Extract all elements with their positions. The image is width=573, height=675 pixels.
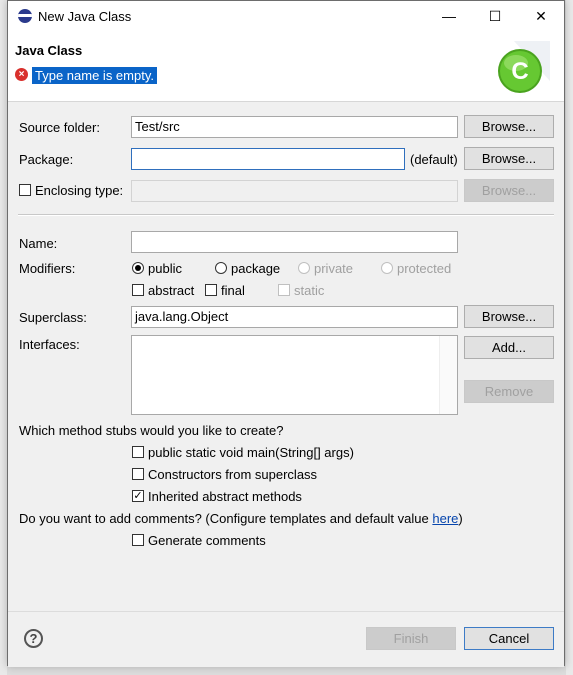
modifiers-label: Modifiers: [19,261,76,276]
generate-comments-checkbox[interactable] [132,534,144,546]
stubs-question: Which method stubs would you like to cre… [19,423,284,438]
source-folder-label: Source folder: [19,120,100,135]
modifier-public-radio[interactable] [132,262,144,274]
enclosing-type-browse-button[interactable]: Browse... [464,179,554,202]
separator [18,214,554,216]
modifier-static-label: static [294,283,325,298]
configure-templates-link[interactable]: here [432,511,458,526]
interfaces-add-button[interactable]: Add... [464,336,554,359]
modifier-private-radio[interactable] [298,262,310,274]
modifier-static-checkbox[interactable] [278,284,290,296]
stub-inherited-label: Inherited abstract methods [148,489,302,504]
package-default-label: (default) [410,152,458,167]
modifier-abstract-label: abstract [148,283,195,298]
error-message: Type name is empty. [32,67,157,84]
modifier-protected-label: protected [397,261,452,276]
cancel-button[interactable]: Cancel [464,627,554,650]
comments-question: Do you want to add comments? (Configure … [19,511,463,526]
enclosing-type-label: Enclosing type: [35,183,124,198]
eclipse-icon [18,9,32,23]
interfaces-remove-button[interactable]: Remove [464,380,554,403]
title-bar: New Java Class — ☐ ✕ [8,1,564,31]
close-button[interactable]: ✕ [518,1,564,31]
stub-constructors-checkbox[interactable] [132,468,144,480]
background-editor-left [0,0,7,675]
enclosing-type-input[interactable] [131,180,458,202]
modifier-public-label: public [148,261,182,276]
java-class-logo-icon: C [494,41,550,97]
modifier-package-radio[interactable] [215,262,227,274]
modifier-abstract-checkbox[interactable] [132,284,144,296]
stub-main-label: public static void main(String[] args) [148,445,354,460]
logo-letter: C [511,58,528,85]
stub-inherited-checkbox[interactable]: ✓ [132,490,144,502]
comments-question-text: Do you want to add comments? (Configure … [19,511,433,526]
finish-button[interactable]: Finish [366,627,456,650]
name-label: Name: [19,236,58,251]
background-editor-right [566,0,573,675]
source-folder-input[interactable]: Test/src [131,116,458,138]
source-folder-browse-button[interactable]: Browse... [464,115,554,138]
error-icon: × [15,68,28,81]
modifier-protected-radio[interactable] [381,262,393,274]
name-input[interactable] [131,231,458,253]
new-java-class-dialog: New Java Class — ☐ ✕ Java Class × Type n… [7,0,565,667]
enclosing-type-checkbox[interactable] [19,184,31,196]
superclass-browse-button[interactable]: Browse... [464,305,554,328]
superclass-label: Superclass: [19,310,87,325]
package-label: Package: [19,152,74,167]
modifier-final-label: final [221,283,245,298]
comments-question-end: ) [458,511,463,526]
superclass-input[interactable]: java.lang.Object [131,306,458,328]
minimize-button[interactable]: — [426,1,472,31]
help-icon[interactable]: ? [24,629,43,648]
stub-constructors-label: Constructors from superclass [148,467,318,482]
package-input[interactable] [131,148,405,170]
interfaces-label: Interfaces: [19,337,80,352]
wizard-banner: Java Class × Type name is empty. C [8,31,564,102]
maximize-button[interactable]: ☐ [472,1,518,31]
stub-main-checkbox[interactable] [132,446,144,458]
interfaces-list[interactable] [131,335,458,415]
modifier-final-checkbox[interactable] [205,284,217,296]
modifier-private-label: private [314,261,354,276]
window-title: New Java Class [38,9,132,24]
generate-comments-label: Generate comments [148,533,266,548]
modifier-package-label: package [231,261,281,276]
page-title: Java Class [15,43,83,58]
package-browse-button[interactable]: Browse... [464,147,554,170]
